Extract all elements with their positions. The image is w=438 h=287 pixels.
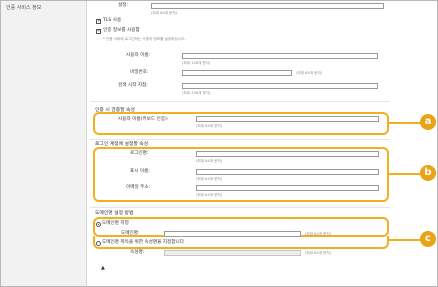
auth-username-input[interactable] (182, 53, 378, 59)
email-label: 이메일 주소: (126, 185, 151, 190)
auth-password-hint: (최대 64개 문자) (296, 71, 323, 75)
attr-name-input[interactable] (164, 250, 301, 256)
attr-name-label: 속성명: (130, 250, 145, 255)
display-name-input[interactable] (196, 169, 379, 175)
attr-name-hint: (최대 64개 문자) (305, 251, 332, 255)
domain-name-hint: (최대 64개 문자) (305, 232, 332, 236)
login-name-hint: (최대 64개 문자) (196, 159, 223, 163)
login-account-title: 로그인 계정에 설정할 속성 (95, 142, 149, 147)
auth-info-note: * 인증 서버에 로그인하는 사용자 정보를 설정하십시오. (103, 37, 186, 41)
auth-info-label: 인증 정보를 사용함 (103, 28, 140, 33)
left-panel: 인증 서비스 정보 (1, 1, 87, 286)
domain-specify-label: 도메인명 지정 (102, 221, 129, 226)
divider (90, 207, 390, 208)
setting-hint: (최대 64개 문자) (151, 11, 178, 15)
display-name-label: 표시 이름: (130, 169, 150, 174)
divider (90, 101, 390, 102)
domain-attr-label: 도메인명 취득을 위한 속성명을 지정합니다 (102, 240, 184, 245)
tls-label: TLS 사용 (103, 18, 122, 23)
domain-attr-radio[interactable] (96, 241, 101, 246)
callout-badge-c: c (420, 231, 436, 247)
email-input[interactable] (196, 185, 379, 191)
callout-leader-c (389, 239, 421, 241)
callout-leader-b (389, 173, 421, 175)
auth-username-label: 사용자 이름: (126, 53, 151, 58)
auth-info-checkbox[interactable]: ✓ (96, 29, 101, 34)
setting-label: 설정: (118, 3, 129, 8)
auth-password-input[interactable] (182, 70, 292, 76)
display-name-hint: (최대 64개 문자) (196, 177, 223, 181)
email-hint: (최대 64개 문자) (196, 193, 223, 197)
domain-title: 도메인명 설정 방법 (95, 211, 134, 216)
callout-badge-a: a (420, 114, 436, 130)
callout-leader-a (389, 122, 421, 124)
search-start-input[interactable] (182, 83, 378, 89)
tls-checkbox[interactable]: ✓ (96, 19, 101, 24)
login-name-input[interactable] (196, 151, 379, 157)
search-start-hint: (최대 256개 문자) (182, 91, 211, 95)
search-start-label: 검색 시작 지점: (118, 83, 148, 88)
login-name-label: 로그인명: (130, 151, 149, 156)
scroll-top-icon[interactable]: ▲ (101, 265, 105, 271)
auth-username-hint: (최대 128개 문자) (182, 61, 211, 65)
setting-input[interactable] (151, 3, 384, 9)
left-panel-label: 인증 서비스 정보 (6, 5, 42, 11)
domain-specify-radio[interactable] (96, 222, 101, 227)
keyboard-username-hint: (최대 64개 문자) (196, 124, 223, 128)
keyboard-username-label: 사용자 이름(키보드 인증): (118, 117, 169, 122)
domain-name-input[interactable] (164, 231, 301, 237)
keyboard-username-input[interactable] (196, 116, 379, 122)
domain-name-label: 도메인명: (121, 231, 140, 236)
callout-badge-b: b (420, 165, 436, 181)
auth-password-label: 비밀번호: (130, 70, 149, 75)
